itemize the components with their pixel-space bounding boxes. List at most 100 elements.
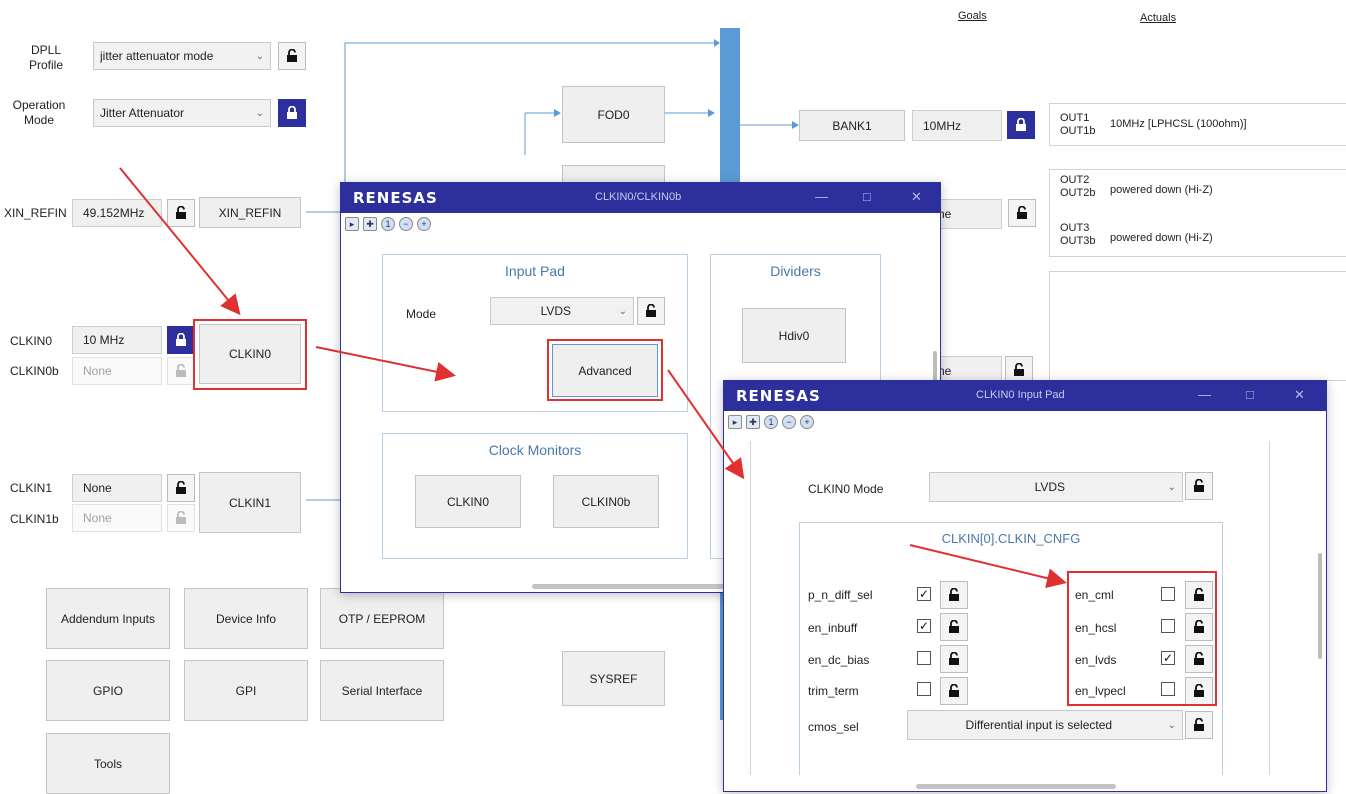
chevron-down-icon: ⌄ — [255, 50, 264, 62]
output-card-out2-out3[interactable]: OUT2 OUT2b powered down (Hi-Z) OUT3 OUT3… — [1049, 169, 1346, 257]
output-value: 10MHz [LPHCSL (100ohm)] — [1110, 118, 1247, 130]
zoom-in-icon[interactable]: + — [800, 415, 814, 429]
clkin0-mode-lock-icon[interactable] — [1185, 472, 1213, 500]
dialog1-hscrollbar[interactable] — [532, 584, 732, 589]
clkin0-freq[interactable]: 10 MHz — [72, 326, 162, 354]
clkin0-mode-label: CLKIN0 Mode — [808, 482, 884, 496]
mode-select[interactable]: LVDS ⌄ — [490, 297, 634, 325]
clkin0b-freq[interactable]: None — [72, 357, 162, 385]
tools-button[interactable]: Tools — [46, 733, 170, 794]
bit-label: en_dc_bias — [808, 653, 870, 667]
bit-label: p_n_diff_sel — [808, 588, 873, 602]
advanced-highlight — [547, 339, 663, 401]
clkin0-lock-icon[interactable] — [167, 326, 195, 354]
zoom-out-icon[interactable]: − — [782, 415, 796, 429]
maximize-icon[interactable]: □ — [863, 189, 871, 204]
gpio-button[interactable]: GPIO — [46, 660, 170, 721]
serial-interface-button[interactable]: Serial Interface — [320, 660, 444, 721]
mode-lock-icon[interactable] — [637, 297, 665, 325]
en-dc-bias-lock-icon[interactable] — [940, 645, 968, 673]
close-icon[interactable]: ✕ — [911, 189, 922, 205]
zoom-out-icon[interactable]: − — [399, 217, 413, 231]
clkin1b-freq[interactable]: None — [72, 504, 162, 532]
dpll-profile-lock-icon[interactable] — [278, 42, 306, 70]
cmos-sel-label: cmos_sel — [808, 720, 859, 734]
dialog-titlebar[interactable]: RENESAS CLKIN0 Input Pad — □ ✕ — [724, 381, 1326, 411]
clkin0-label: CLKIN0 — [10, 334, 53, 348]
xin-refin-freq[interactable]: 49.152MHz — [72, 199, 162, 227]
clkin0-input-pad-dialog[interactable]: RENESAS CLKIN0 Input Pad — □ ✕ ▸ ✚ 1 − +… — [723, 380, 1327, 792]
device-info-button[interactable]: Device Info — [184, 588, 308, 649]
monitor-clkin0b-box[interactable]: CLKIN0b — [553, 475, 659, 528]
minimize-icon[interactable]: — — [1198, 387, 1211, 402]
hdiv0-box[interactable]: Hdiv0 — [742, 308, 846, 363]
clkin0b-lock-icon[interactable] — [167, 357, 195, 385]
en-inbuff-lock-icon[interactable] — [940, 613, 968, 641]
monitor-clkin0-box[interactable]: CLKIN0 — [415, 475, 521, 528]
dialog2-scrollbar[interactable] — [1318, 553, 1322, 659]
gpi-button[interactable]: GPI — [184, 660, 308, 721]
zoom-100-icon[interactable]: 1 — [764, 415, 778, 429]
dialog1-scrollbar[interactable] — [933, 351, 937, 381]
clkin1-box[interactable]: CLKIN1 — [199, 472, 301, 533]
dpll-profile-select[interactable]: jitter attenuator mode ⌄ — [93, 42, 271, 70]
bank1-freq[interactable]: 10MHz — [912, 110, 1002, 141]
renesas-logo: RENESAS — [736, 387, 821, 405]
export-icon[interactable]: ▸ — [728, 415, 742, 429]
zoom-100-icon[interactable]: 1 — [381, 217, 395, 231]
bank2-lock-icon[interactable] — [1008, 199, 1036, 227]
bit-label: en_inbuff — [808, 621, 858, 635]
central-bus — [720, 28, 740, 198]
clkin1b-lock-icon[interactable] — [167, 504, 195, 532]
clkin-cnfg-title: CLKIN[0].CLKIN_CNFG — [941, 531, 1081, 546]
dialog-title: CLKIN0 Input Pad — [976, 389, 1065, 401]
dialog-toolbar: ▸ ✚ 1 − + — [345, 217, 431, 235]
maximize-icon[interactable]: □ — [1246, 387, 1254, 402]
clkin0-highlight — [193, 319, 307, 390]
fit-icon[interactable]: ✚ — [363, 217, 377, 231]
output-names: OUT3 OUT3b — [1060, 222, 1096, 247]
output-value: powered down (Hi-Z) — [1110, 184, 1213, 196]
xin-lock-icon[interactable] — [167, 199, 195, 227]
sysref-box[interactable]: SYSREF — [562, 651, 665, 706]
close-icon[interactable]: ✕ — [1294, 387, 1305, 403]
p-n-diff-sel-lock-icon[interactable] — [940, 581, 968, 609]
output-card-empty[interactable] — [1049, 271, 1346, 381]
clkin1-lock-icon[interactable] — [167, 474, 195, 502]
output-names: OUT1 OUT1b — [1060, 112, 1096, 137]
bank1-box[interactable]: BANK1 — [799, 110, 905, 141]
output-card-out1[interactable]: OUT1 OUT1b 10MHz [LPHCSL (100ohm)] — [1049, 103, 1346, 146]
p-n-diff-sel-checkbox[interactable]: ✓ — [917, 587, 931, 601]
chevron-down-icon: ⌄ — [255, 107, 264, 119]
chevron-down-icon: ⌄ — [618, 305, 627, 317]
bit-label: trim_term — [808, 684, 859, 698]
xin-refin-label: XIN_REFIN — [4, 206, 67, 220]
fit-icon[interactable]: ✚ — [746, 415, 760, 429]
xin-refin-box[interactable]: XIN_REFIN — [199, 197, 301, 228]
zoom-in-icon[interactable]: + — [417, 217, 431, 231]
addendum-inputs-button[interactable]: Addendum Inputs — [46, 588, 170, 649]
en-dc-bias-checkbox[interactable] — [917, 651, 931, 665]
clock-monitors-title: Clock Monitors — [488, 442, 582, 458]
bank2-freq[interactable]: ne — [935, 199, 1002, 229]
dpll-profile-value: jitter attenuator mode — [100, 49, 214, 63]
dialog-titlebar[interactable]: RENESAS CLKIN0/CLKIN0b — □ ✕ — [341, 183, 940, 213]
cmos-sel-lock-icon[interactable] — [1185, 711, 1213, 739]
clkin1-label: CLKIN1 — [10, 481, 53, 495]
cmos-sel-select[interactable]: Differential input is selected ⌄ — [907, 710, 1183, 740]
bank1-lock-icon[interactable] — [1007, 111, 1035, 139]
en-inbuff-checkbox[interactable]: ✓ — [917, 619, 931, 633]
clkin0-mode-select[interactable]: LVDS ⌄ — [929, 472, 1183, 502]
otp-eeprom-button[interactable]: OTP / EEPROM — [320, 588, 444, 649]
minimize-icon[interactable]: — — [815, 189, 828, 204]
en-bits-highlight — [1067, 571, 1217, 706]
clkin1-freq[interactable]: None — [72, 474, 162, 502]
operation-mode-lock-icon[interactable] — [278, 99, 306, 127]
trim-term-checkbox[interactable] — [917, 682, 931, 696]
dialog2-hscrollbar[interactable] — [916, 784, 1116, 789]
export-icon[interactable]: ▸ — [345, 217, 359, 231]
mode-label: Mode — [406, 307, 437, 321]
operation-mode-select[interactable]: Jitter Attenuator ⌄ — [93, 99, 271, 127]
trim-term-lock-icon[interactable] — [940, 677, 968, 705]
fod0-box[interactable]: FOD0 — [562, 86, 665, 143]
